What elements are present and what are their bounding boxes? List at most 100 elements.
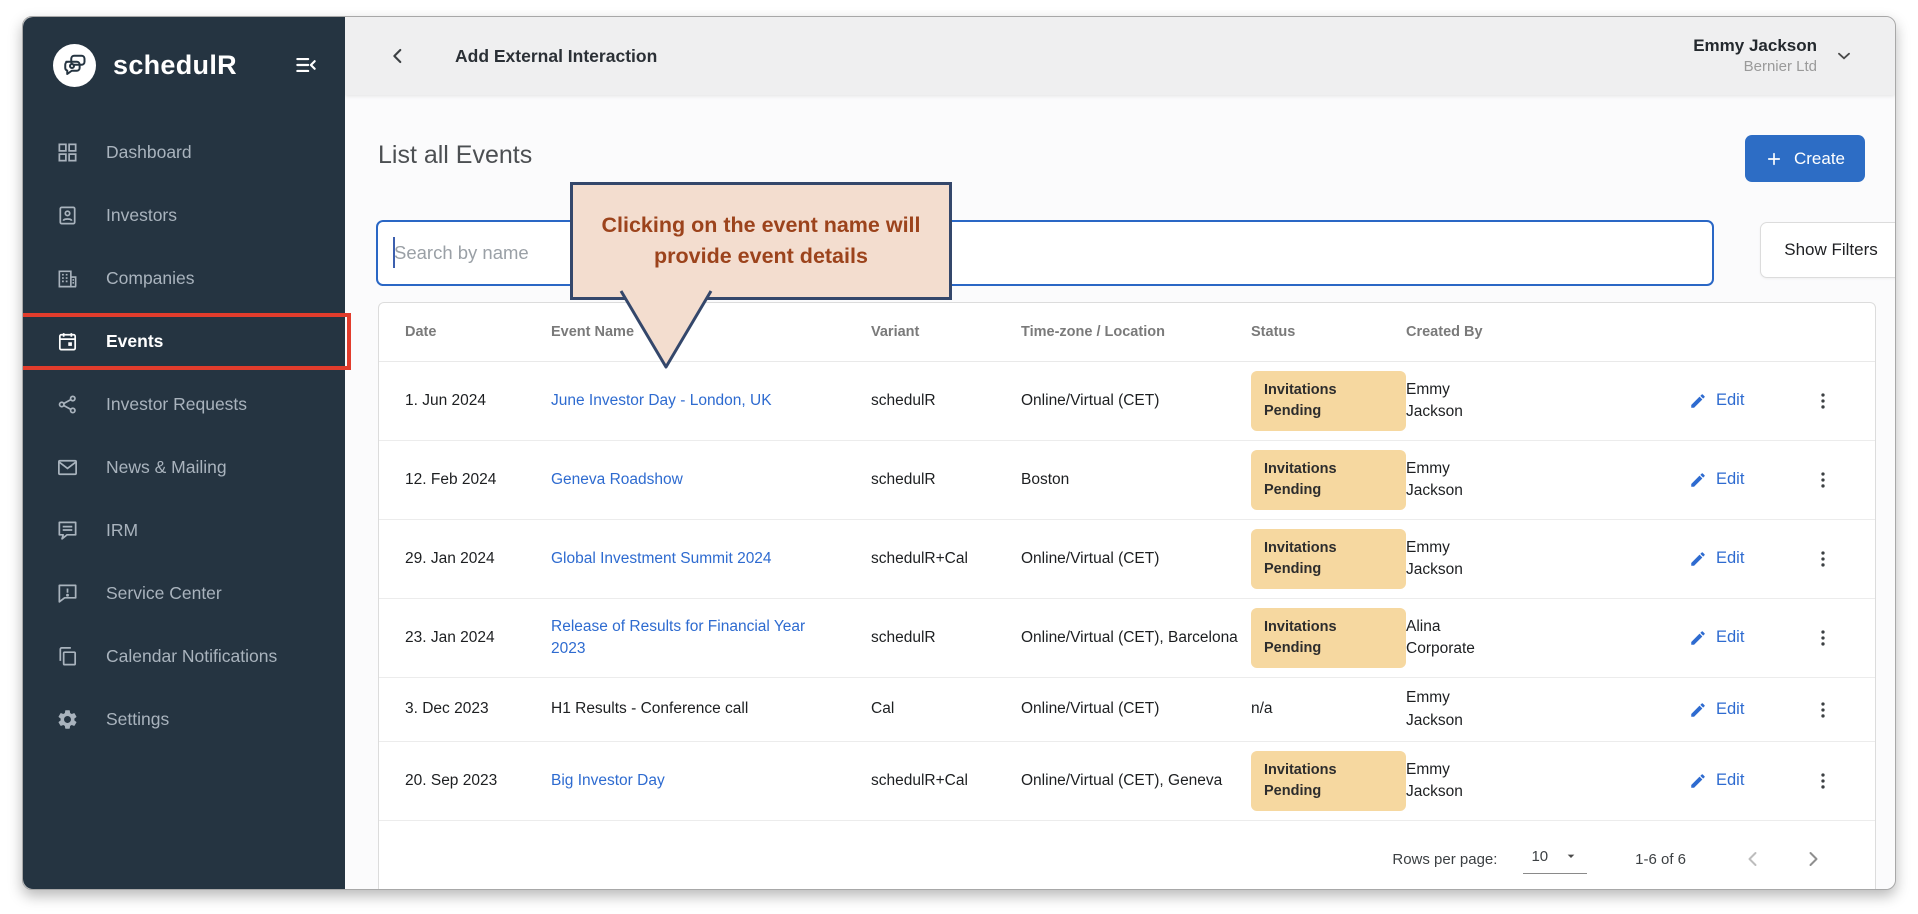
topbar: Add External Interaction Emmy Jackson Be…	[345, 17, 1895, 95]
event-variant: schedulR+Cal	[871, 548, 1021, 570]
event-status-cell: Invitations Pending	[1251, 529, 1406, 589]
events-table-card: DateEvent NameVariantTime-zone / Locatio…	[378, 302, 1876, 889]
event-location: Online/Virtual (CET)	[1021, 548, 1243, 570]
row-menu-button[interactable]	[1812, 469, 1834, 491]
event-created-by: Emmy Jackson	[1406, 537, 1689, 582]
schedulr-logo-icon	[53, 44, 96, 87]
content-area: List all Events Create Show Filters Clic…	[345, 95, 1895, 889]
status-text: n/a	[1251, 700, 1273, 717]
sidebar-item-investor-requests[interactable]: Investor Requests	[23, 373, 345, 436]
status-badge: Invitations Pending	[1251, 529, 1406, 589]
kebab-icon	[1812, 390, 1834, 412]
event-name-link[interactable]: Global Investment Summit 2024	[551, 550, 772, 567]
edit-button[interactable]: Edit	[1689, 769, 1797, 793]
rows-per-page-label: Rows per page:	[1392, 851, 1497, 868]
sidebar-item-events[interactable]: Events	[23, 310, 345, 373]
event-name-link[interactable]: Big Investor Day	[551, 772, 665, 789]
sidebar-item-news-mailing[interactable]: News & Mailing	[23, 436, 345, 499]
status-badge: Invitations Pending	[1251, 371, 1406, 431]
rows-per-page-select[interactable]: 10	[1523, 845, 1587, 874]
edit-button[interactable]: Edit	[1689, 626, 1797, 650]
brand: schedulR	[23, 41, 345, 89]
event-status-cell: Invitations Pending	[1251, 608, 1406, 668]
next-page-button[interactable]	[1801, 847, 1825, 871]
kebab-icon	[1812, 548, 1834, 570]
event-name-link[interactable]: June Investor Day - London, UK	[551, 392, 772, 409]
edit-button[interactable]: Edit	[1689, 389, 1797, 413]
share-icon	[56, 393, 79, 416]
sidebar: schedulR Dashboard Investors Companies E…	[23, 17, 345, 889]
event-name-text: H1 Results - Conference call	[551, 700, 748, 717]
sidebar-item-dashboard[interactable]: Dashboard	[23, 121, 345, 184]
event-date: 3. Dec 2023	[405, 698, 551, 720]
companies-icon	[56, 267, 79, 290]
table-row: 1. Jun 2024 June Investor Day - London, …	[379, 362, 1875, 441]
sidebar-item-calendar-notifications[interactable]: Calendar Notifications	[23, 625, 345, 688]
event-location: Online/Virtual (CET)	[1021, 698, 1243, 720]
event-created-by: Emmy Jackson	[1406, 458, 1689, 503]
sidebar-item-companies[interactable]: Companies	[23, 247, 345, 310]
event-location: Online/Virtual (CET)	[1021, 390, 1243, 412]
column-header: Created By	[1406, 324, 1689, 340]
event-date: 20. Sep 2023	[405, 770, 551, 792]
row-menu-button[interactable]	[1812, 548, 1834, 570]
brand-name: schedulR	[113, 50, 237, 81]
events-icon	[56, 330, 79, 353]
dashboard-icon	[56, 141, 79, 164]
table-row: 3. Dec 2023 H1 Results - Conference call…	[379, 678, 1875, 742]
service-center-icon	[56, 582, 79, 605]
sidebar-item-service-center[interactable]: Service Center	[23, 562, 345, 625]
event-location: Online/Virtual (CET), Geneva	[1021, 770, 1243, 792]
app-window: schedulR Dashboard Investors Companies E…	[22, 16, 1896, 890]
caret-down-icon	[1563, 848, 1579, 864]
user-menu[interactable]: Emmy Jackson Bernier Ltd	[1693, 35, 1855, 77]
event-name-link[interactable]: Geneva Roadshow	[551, 471, 683, 488]
event-created-by: Emmy Jackson	[1406, 379, 1689, 424]
sidebar-item-settings[interactable]: Settings	[23, 688, 345, 751]
show-filters-button[interactable]: Show Filters	[1760, 222, 1895, 278]
status-badge: Invitations Pending	[1251, 608, 1406, 668]
event-created-by: Alina Corporate	[1406, 616, 1689, 661]
event-created-by: Emmy Jackson	[1406, 759, 1689, 804]
pagination-range: 1-6 of 6	[1635, 851, 1686, 868]
sidebar-item-investors[interactable]: Investors	[23, 184, 345, 247]
event-location: Boston	[1021, 469, 1243, 491]
text-cursor	[393, 237, 395, 268]
edit-pencil-icon	[1689, 772, 1707, 790]
edit-button[interactable]: Edit	[1689, 698, 1797, 722]
table-row: 23. Jan 2024 Release of Results for Fina…	[379, 599, 1875, 678]
sidebar-item-irm[interactable]: IRM	[23, 499, 345, 562]
page-breadcrumb-title: Add External Interaction	[455, 46, 657, 67]
plus-icon	[1765, 150, 1783, 168]
prev-page-button[interactable]	[1741, 847, 1765, 871]
event-status-cell: Invitations Pending	[1251, 450, 1406, 510]
annotation-callout-text: Clicking on the event name will provide …	[589, 210, 933, 271]
screenshot-canvas: schedulR Dashboard Investors Companies E…	[0, 0, 1918, 914]
row-menu-button[interactable]	[1812, 770, 1834, 792]
event-variant: schedulR	[871, 390, 1021, 412]
collapse-sidebar-icon[interactable]	[293, 52, 319, 78]
row-menu-button[interactable]	[1812, 627, 1834, 649]
table-row: 20. Sep 2023 Big Investor Day schedulR+C…	[379, 742, 1875, 821]
kebab-icon	[1812, 770, 1834, 792]
back-button[interactable]	[387, 45, 409, 67]
column-header: Date	[405, 324, 551, 340]
event-name-link[interactable]: Release of Results for Financial Year 20…	[551, 618, 805, 657]
status-badge: Invitations Pending	[1251, 450, 1406, 510]
event-status-cell: Invitations Pending	[1251, 751, 1406, 811]
event-status-cell: n/a	[1251, 698, 1406, 720]
kebab-icon	[1812, 469, 1834, 491]
table-row: 12. Feb 2024 Geneva Roadshow schedulR Bo…	[379, 441, 1875, 520]
event-variant: schedulR+Cal	[871, 770, 1021, 792]
row-menu-button[interactable]	[1812, 390, 1834, 412]
create-button-label: Create	[1794, 149, 1845, 169]
create-button[interactable]: Create	[1745, 135, 1865, 182]
annotation-callout: Clicking on the event name will provide …	[570, 182, 952, 300]
user-company: Bernier Ltd	[1693, 57, 1817, 77]
edit-button[interactable]: Edit	[1689, 547, 1797, 571]
event-date: 1. Jun 2024	[405, 390, 551, 412]
edit-button[interactable]: Edit	[1689, 468, 1797, 492]
row-menu-button[interactable]	[1812, 699, 1834, 721]
edit-pencil-icon	[1689, 550, 1707, 568]
event-date: 23. Jan 2024	[405, 627, 551, 649]
